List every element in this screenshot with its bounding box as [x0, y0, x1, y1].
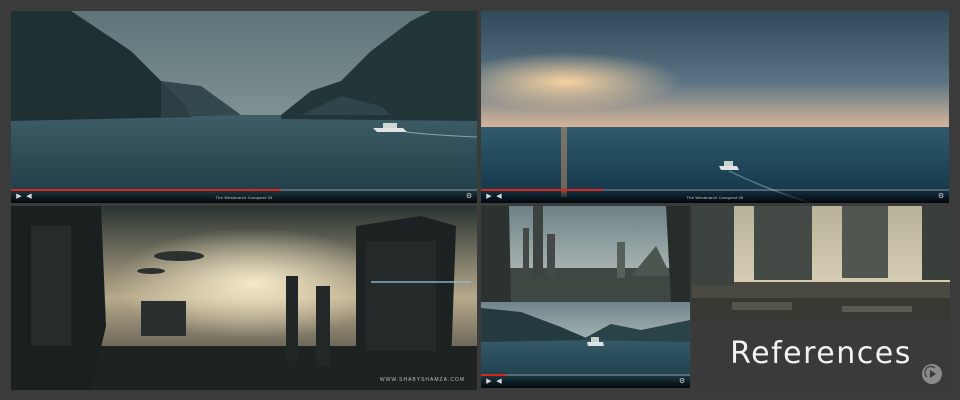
lake-yacht-panel[interactable]: ▶ ◀ ⚙ [481, 302, 690, 388]
website-watermark: WWW.SHABYSHAMZA.COM [379, 377, 465, 383]
video-progress-track[interactable] [11, 189, 477, 191]
video-progress-track[interactable] [481, 374, 690, 376]
sunset-scene-image [481, 11, 949, 203]
reference-board: ▶ ◀ The Westmarch Conquest 04 ⚙ ▶ ◀ The … [0, 0, 960, 400]
fjord-yacht-panel[interactable]: ▶ ◀ The Westmarch Conquest 04 ⚙ [11, 11, 477, 203]
video-player-controls: ▶ ◀ The Westmarch Conquest 04 ⚙ [11, 188, 477, 203]
ruined-city-image [481, 206, 690, 302]
giant-pillars-image [692, 206, 950, 322]
volume-icon[interactable]: ◀ [495, 378, 503, 386]
settings-icon[interactable]: ⚙ [937, 193, 945, 201]
play-icon[interactable]: ▶ [485, 378, 493, 386]
references-caption-box: References [692, 320, 950, 390]
video-player-controls: ▶ ◀ The Westmarch Conquest 05 ⚙ [481, 188, 949, 203]
video-title: The Westmarch Conquest 04 [215, 195, 273, 200]
sunset-ocean-panel[interactable]: ▶ ◀ The Westmarch Conquest 05 ⚙ [481, 11, 949, 203]
play-circle-logo-icon [922, 364, 942, 384]
references-label: References [730, 336, 912, 371]
scifi-scene-image [11, 206, 477, 390]
video-progress-fill [481, 374, 507, 376]
settings-icon[interactable]: ⚙ [678, 378, 686, 386]
fjord-scene-image [11, 11, 477, 203]
settings-icon[interactable]: ⚙ [465, 193, 473, 201]
video-progress-track[interactable] [481, 189, 949, 191]
video-progress-fill [481, 189, 603, 191]
video-title: The Westmarch Conquest 05 [686, 195, 744, 200]
giant-pillars-panel[interactable] [692, 206, 950, 322]
video-player-controls: ▶ ◀ ⚙ [481, 373, 690, 388]
scifi-city-panel[interactable]: WWW.SHABYSHAMZA.COM [11, 206, 477, 390]
ruined-city-panel[interactable] [481, 206, 690, 302]
video-progress-fill [11, 189, 282, 191]
